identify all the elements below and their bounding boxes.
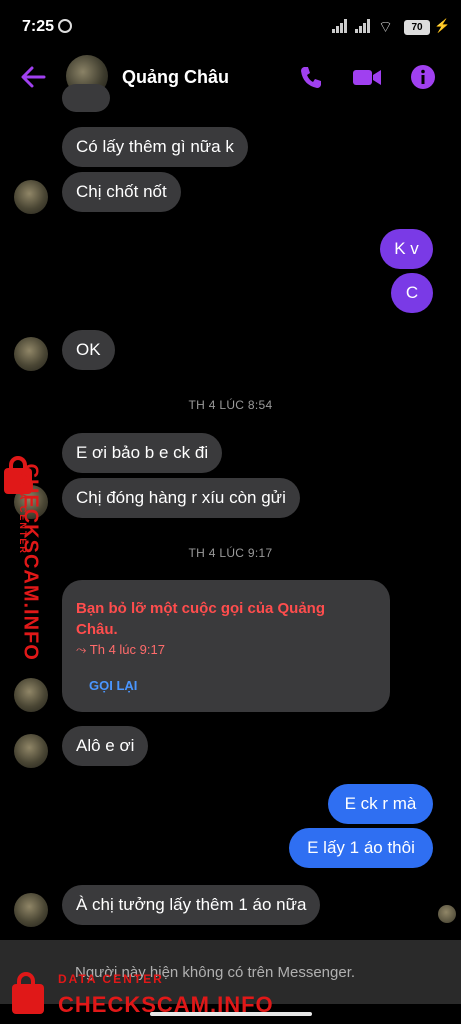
message-incoming[interactable]: Alô e ơi xyxy=(62,726,149,766)
message-incoming[interactable]: À chị tưởng lấy thêm 1 áo nữa xyxy=(62,885,321,925)
message-incoming[interactable]: OK xyxy=(62,330,115,370)
watermark-brand: CHECKSCAM.INFO xyxy=(19,463,42,661)
status-bar: 7:25 ⌔ 70 ⚡ xyxy=(0,0,461,56)
back-arrow-icon[interactable] xyxy=(18,62,48,92)
missed-call-time: ⤳ Th 4 lúc 9:17 xyxy=(76,642,165,658)
message-outgoing[interactable]: E ck r mà xyxy=(328,784,433,824)
message-outgoing[interactable]: C xyxy=(391,273,433,313)
sender-avatar[interactable] xyxy=(14,734,48,768)
watermark-vertical: DATA CENTER CHECKSCAM.INFO xyxy=(0,452,60,682)
sender-avatar[interactable] xyxy=(14,180,48,214)
message-incoming[interactable]: E ơi bảo b e ck đi xyxy=(62,433,223,473)
message-outgoing[interactable]: K v xyxy=(380,229,433,269)
video-call-icon[interactable] xyxy=(352,64,382,90)
watermark-brand: CHECKSCAM.INFO xyxy=(58,992,274,1017)
missed-call-time-text: Th 4 lúc 9:17 xyxy=(89,642,165,657)
signal-icon xyxy=(332,19,350,33)
sender-avatar[interactable] xyxy=(14,678,48,712)
phone-call-icon[interactable] xyxy=(298,64,324,90)
missed-call-card[interactable]: Bạn bỏ lỡ một cuộc gọi của Quảng Châu. ⤳… xyxy=(62,580,390,712)
info-icon[interactable] xyxy=(410,64,436,90)
charging-icon: ⚡ xyxy=(434,18,451,33)
signal-icon-2 xyxy=(355,19,373,33)
missed-call-icon: ⤳ xyxy=(76,642,90,657)
battery-icon: 70 xyxy=(404,20,430,35)
wifi-icon: ⌔ xyxy=(378,19,394,36)
timestamp: TH 4 LÚC 9:17 xyxy=(188,546,273,560)
watermark-bottom: DATA CENTER CHECKSCAM.INFO xyxy=(0,964,300,1024)
contact-name[interactable]: Quảng Châu xyxy=(122,67,229,88)
messenger-notification-icon xyxy=(58,19,72,33)
message-incoming[interactable]: Chị chốt nốt xyxy=(62,172,181,212)
seen-receipt-avatar xyxy=(438,905,456,923)
message-outgoing[interactable]: E lấy 1 áo thôi xyxy=(289,828,433,868)
sender-avatar[interactable] xyxy=(14,337,48,371)
missed-call-title: Bạn bỏ lỡ một cuộc gọi của Quảng Châu. xyxy=(76,600,326,638)
timestamp: TH 4 LÚC 8:54 xyxy=(188,398,273,412)
status-time: 7:25 xyxy=(22,18,55,35)
watermark-sub: DATA CENTER xyxy=(58,972,164,986)
lock-icon xyxy=(12,972,44,1014)
message-bubble-partial xyxy=(62,84,110,112)
sender-avatar[interactable] xyxy=(14,893,48,927)
message-incoming[interactable]: Chị đóng hàng r xíu còn gửi xyxy=(62,478,300,518)
message-incoming[interactable]: Có lấy thêm gì nữa k xyxy=(62,127,248,167)
call-back-button[interactable]: GỌI LẠI xyxy=(89,678,137,693)
